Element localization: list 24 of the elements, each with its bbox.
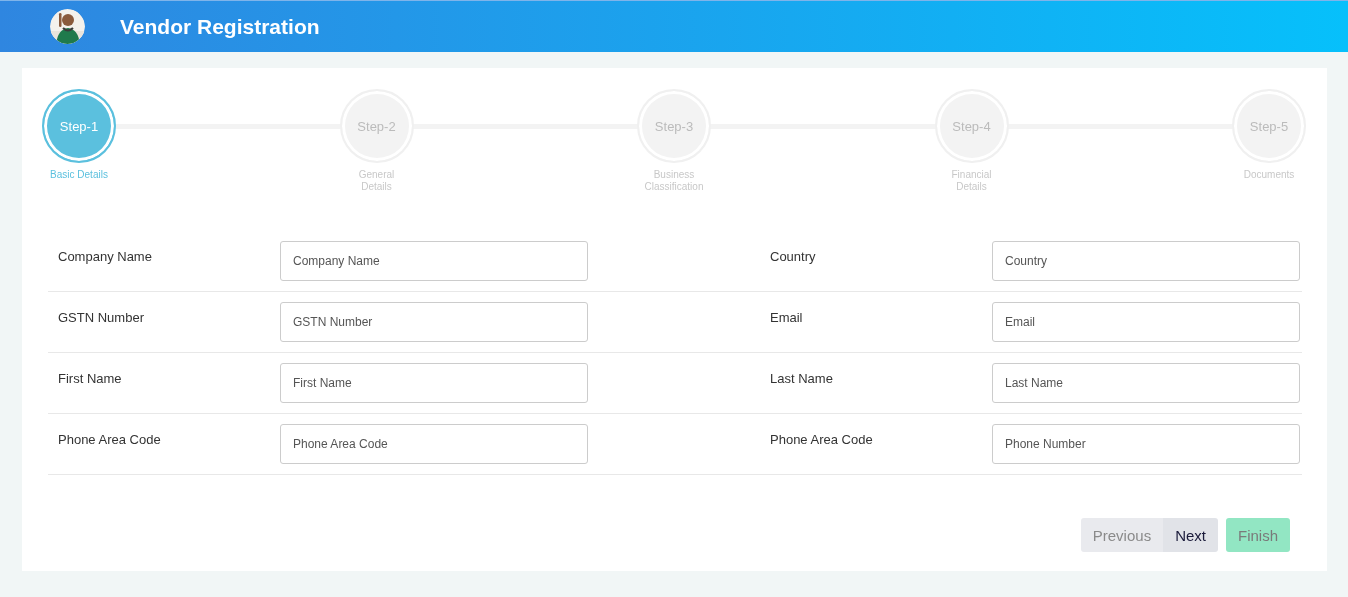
input-field[interactable]: GSTN Number: [280, 302, 588, 342]
field-label: GSTN Number: [57, 309, 145, 325]
step-circle[interactable]: Step-3: [637, 89, 711, 163]
input-field[interactable]: Country: [992, 241, 1300, 281]
field-label: Phone Area Code: [57, 431, 162, 447]
next-button[interactable]: Next: [1163, 518, 1218, 552]
app-title: Vendor Registration: [120, 14, 320, 39]
field-label: Phone Area Code: [769, 431, 874, 447]
input-field[interactable]: First Name: [280, 363, 588, 403]
input-field[interactable]: Phone Number: [992, 424, 1300, 464]
step-caption: Basic Details: [50, 169, 108, 181]
input-field[interactable]: Last Name: [992, 363, 1300, 403]
field-label: Email: [769, 309, 804, 325]
step-circle[interactable]: Step-1: [42, 89, 116, 163]
input-field[interactable]: Email: [992, 302, 1300, 342]
step-circle[interactable]: Step-4: [934, 89, 1009, 163]
step-circle[interactable]: Step-5: [1232, 89, 1306, 163]
step-circle[interactable]: Step-2: [339, 89, 414, 163]
field-label: Country: [769, 248, 817, 264]
input-field[interactable]: Company Name: [280, 241, 588, 281]
field-label: First Name: [57, 370, 123, 386]
input-field[interactable]: Phone Area Code: [280, 424, 588, 464]
field-label: Company Name: [57, 248, 153, 264]
field-label: Last Name: [769, 370, 834, 386]
